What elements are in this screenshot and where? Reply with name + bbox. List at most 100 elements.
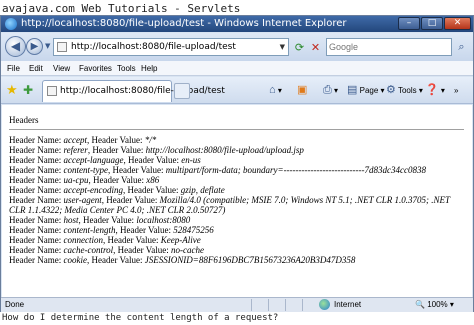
header-value-label: , Header Value: [78, 215, 137, 225]
security-zone[interactable]: Internet [334, 298, 361, 312]
header-name-label: Header Name: [9, 215, 64, 225]
header-name-label: Header Name: [9, 225, 64, 235]
header-name: accept-encoding [63, 185, 123, 195]
zoom-value: 100% [427, 300, 448, 309]
header-value-label: , Header Value: [102, 235, 161, 245]
header-value-label: , Header Value: [123, 155, 182, 165]
status-cell [268, 299, 284, 311]
menu-tools[interactable]: Tools [117, 61, 136, 76]
header-row: Header Name: accept, Header Value: */* [9, 135, 467, 145]
home-icon[interactable]: ⌂ ▾ [269, 82, 282, 99]
header-value-label: , Header Value: [86, 135, 145, 145]
minimize-button[interactable]: – [398, 17, 420, 30]
header-value-label: , Header Value: [113, 245, 171, 255]
header-name-label: Header Name: [9, 165, 64, 175]
header-name: ua-cpu [63, 175, 89, 185]
header-name: content-length [63, 225, 116, 235]
search-input[interactable] [329, 40, 433, 54]
address-dropdown-icon[interactable]: ▼ [280, 39, 285, 55]
maximize-button[interactable]: □ [421, 17, 443, 30]
help-icon[interactable]: ❓ ▾ [425, 82, 445, 99]
tools-menu-label: Tools [397, 86, 417, 95]
browser-window: http://localhost:8080/file-upload/test -… [0, 15, 474, 312]
favorites-star-icon[interactable]: ★ [6, 83, 18, 98]
new-tab-button[interactable] [174, 83, 190, 99]
status-text: Done [5, 300, 25, 309]
window-titlebar[interactable]: http://localhost:8080/file-upload/test -… [1, 16, 473, 32]
header-name: connection [63, 235, 103, 245]
header-name-label: Header Name: [9, 255, 64, 265]
tutorial-question: How do I determine the content length of… [0, 312, 474, 325]
add-favorites-icon[interactable]: ✚ [23, 83, 33, 97]
toolbar-extend-icon[interactable]: » [454, 82, 458, 99]
menu-favorites[interactable]: Favorites [79, 61, 112, 76]
tools-menu-button[interactable]: ⚙ Tools ▾ [386, 82, 423, 99]
header-name-label: Header Name: [9, 135, 64, 145]
page-content: Headers Header Name: accept, Header Valu… [2, 105, 472, 311]
status-cell [285, 299, 301, 311]
menu-file[interactable]: File [7, 61, 20, 76]
header-value: JSESSIONID=88F6196DBC7B15673236A20B3D47D… [144, 255, 356, 265]
close-button[interactable]: ✕ [444, 17, 471, 30]
header-name-label: Header Name: [9, 175, 64, 185]
header-value-label: , Header Value: [101, 195, 160, 205]
address-row: ◀ ▶ ▼ http://localhost:8080/file-upload/… [1, 33, 473, 61]
header-value: Keep-Alive [160, 235, 201, 245]
header-name: referer [63, 145, 88, 155]
header-name-label: Header Name: [9, 195, 64, 205]
header-name: cache-control [63, 245, 114, 255]
menu-edit[interactable]: Edit [29, 61, 43, 76]
header-value-label: , Header Value: [86, 255, 145, 265]
address-url[interactable]: http://localhost:8080/file-upload/test [71, 39, 236, 55]
forward-button[interactable]: ▶ [26, 38, 43, 55]
tab-page-icon [47, 86, 57, 96]
header-list: Header Name: accept, Header Value: */* He… [9, 135, 467, 265]
feeds-icon[interactable]: ▣ [297, 82, 307, 99]
header-value: http://localhost:8080/file-upload/upload… [145, 145, 304, 155]
header-value: gzip, deflate [180, 185, 225, 195]
page-menu-label: Page [359, 86, 379, 95]
address-field[interactable]: http://localhost:8080/file-upload/test ▼ [53, 38, 289, 56]
tab-current[interactable]: http://localhost:8080/file-upload/test [42, 80, 225, 102]
status-cell [302, 299, 318, 311]
status-cell [251, 299, 267, 311]
back-button[interactable]: ◀ [5, 36, 26, 57]
menu-help[interactable]: Help [141, 61, 157, 76]
header-name-label: Header Name: [9, 145, 64, 155]
header-name-label: Header Name: [9, 235, 64, 245]
header-value: 528475256 [173, 225, 214, 235]
page-menu-button[interactable]: ▤ Page ▾ [347, 82, 385, 99]
header-name: host [63, 215, 79, 225]
print-icon[interactable]: ⎙ ▾ [323, 82, 338, 99]
header-name-label: Header Name: [9, 155, 64, 165]
header-name-label: Header Name: [9, 245, 64, 255]
header-row: Header Name: accept-encoding, Header Val… [9, 185, 467, 195]
search-field[interactable] [326, 38, 452, 56]
header-row: Header Name: connection, Header Value: K… [9, 235, 467, 245]
menu-bar: File Edit View Favorites Tools Help [1, 61, 473, 76]
page-menu-icon: ▤ [347, 84, 358, 96]
header-name: accept [63, 135, 87, 145]
internet-globe-icon [319, 299, 330, 310]
menu-view[interactable]: View [53, 61, 70, 76]
page-icon [57, 42, 67, 52]
header-value-label: , Header Value: [88, 175, 147, 185]
header-row: Header Name: accept-language, Header Val… [9, 155, 467, 165]
command-tab-row: ★ ✚ http://localhost:8080/file-upload/te… [1, 77, 473, 104]
refresh-icon[interactable]: ⟳ [292, 40, 307, 55]
header-value-label: , Header Value: [87, 145, 146, 155]
header-name: cookie [63, 255, 87, 265]
header-name: content-type [63, 165, 108, 175]
header-row: Header Name: host, Header Value: localho… [9, 215, 467, 225]
header-name: user-agent [63, 195, 102, 205]
zoom-level[interactable]: 🔍 100% ▾ [415, 298, 454, 312]
header-row: Header Name: cache-control, Header Value… [9, 245, 467, 255]
search-icon[interactable]: ⌕ [453, 38, 470, 56]
header-row: Header Name: ua-cpu, Header Value: x86 [9, 175, 467, 185]
status-bar: Done Internet 🔍 100% ▾ [1, 297, 473, 312]
stop-icon[interactable]: ✕ [308, 40, 323, 55]
header-value: */* [144, 135, 157, 145]
header-value-label: , Header Value: [122, 185, 181, 195]
header-value: en-us [181, 155, 201, 165]
recent-pages-dropdown-icon[interactable]: ▼ [45, 42, 50, 50]
